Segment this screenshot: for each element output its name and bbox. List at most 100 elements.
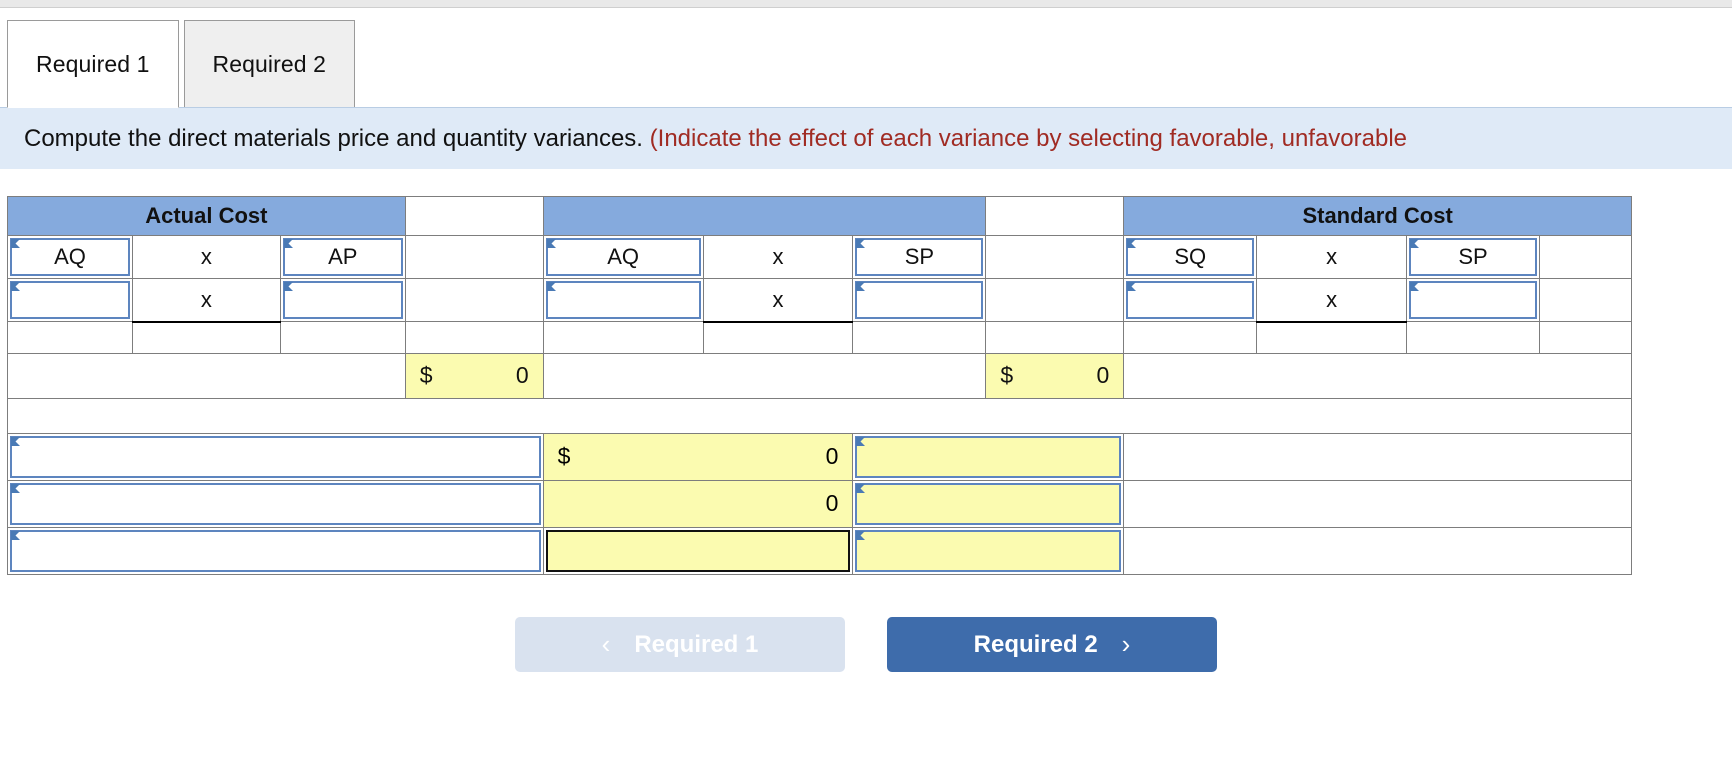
label-row: AQ x AP AQ x SP SQ x SP xyxy=(7,235,1633,279)
prev-required-1-button[interactable]: ‹ Required 1 xyxy=(515,617,845,672)
input-aq-mid[interactable] xyxy=(545,281,701,319)
tab-required-1-label: Required 1 xyxy=(36,50,150,77)
tab-required-2[interactable]: Required 2 xyxy=(183,20,356,108)
cell-input-sp-right[interactable] xyxy=(1406,278,1540,322)
variance-1-label-cell[interactable] xyxy=(7,479,544,528)
corner-marker-icon xyxy=(283,239,293,248)
variance-2-effect-cell[interactable] xyxy=(852,526,1125,575)
totals-row: $ 0 $ 0 xyxy=(7,352,1632,399)
input-aq-left[interactable] xyxy=(10,281,130,319)
variance-2-amount-cell[interactable] xyxy=(542,526,854,575)
cell-input-sp-mid[interactable] xyxy=(852,278,987,322)
cell-total-right: $ 0 xyxy=(985,352,1125,399)
variance-2-tail xyxy=(1123,526,1632,575)
variance-0-effect-select[interactable] xyxy=(855,435,1122,478)
input-sp-mid[interactable] xyxy=(855,281,984,319)
variance-1-amount[interactable]: 0 xyxy=(543,480,853,527)
totals-right-label xyxy=(1123,352,1632,399)
group-header-middle xyxy=(542,196,987,236)
variance-1-effect-cell[interactable] xyxy=(852,479,1125,528)
spacer-label-right xyxy=(985,235,1125,279)
spacer-row-cell xyxy=(7,397,1632,434)
table-row xyxy=(7,526,1632,575)
spacer-entry-right xyxy=(985,278,1125,322)
corner-marker-icon xyxy=(856,239,866,248)
navigation-bar: ‹ Required 1 Required 2 › xyxy=(0,617,1732,672)
spacer-label-left xyxy=(404,235,544,279)
spacer-entry-left xyxy=(404,278,544,322)
corner-marker-icon xyxy=(856,530,866,540)
chevron-left-icon: ‹ xyxy=(601,629,611,659)
corner-marker-icon xyxy=(1410,239,1420,248)
cell-label-x3: x xyxy=(1256,235,1408,279)
label-x1-text: x xyxy=(200,244,212,269)
input-ap[interactable] xyxy=(282,281,403,319)
spacer-col-left xyxy=(404,196,544,236)
corner-marker-icon xyxy=(856,282,866,291)
chevron-right-icon: › xyxy=(1121,629,1131,659)
tab-required-1[interactable]: Required 1 xyxy=(7,20,179,108)
label-aq-left-box: AQ xyxy=(10,238,130,276)
total-standard-cost-value: 0 xyxy=(1096,362,1110,388)
total-actual-cost-symbol: $ xyxy=(419,362,433,388)
variance-0-value: 0 xyxy=(825,443,839,469)
group-header-actual-cost: Actual Cost xyxy=(7,196,406,236)
corner-marker-icon xyxy=(11,436,20,446)
variance-2-label-input[interactable] xyxy=(10,529,541,572)
instruction-text: Compute the direct materials price and q… xyxy=(0,125,1407,153)
cell-op-x2: x xyxy=(702,278,854,322)
rule-spacer-right xyxy=(985,321,1125,354)
corner-marker-icon xyxy=(1127,282,1137,291)
cell-input-ap[interactable] xyxy=(279,278,406,322)
rule-sp-mid xyxy=(852,321,987,354)
variance-2-amount-focused[interactable] xyxy=(545,529,851,572)
cell-label-x2: x xyxy=(702,235,854,279)
input-sq[interactable] xyxy=(1126,281,1255,319)
instruction-bar: Compute the direct materials price and q… xyxy=(0,107,1732,169)
instruction-hint: (Indicate the effect of each variance by… xyxy=(649,124,1408,152)
variance-2-label-cell[interactable] xyxy=(7,526,544,575)
rule-x3 xyxy=(1256,320,1408,354)
label-sp-mid-box: SP xyxy=(855,238,984,276)
corner-marker-icon xyxy=(546,282,556,291)
instruction-main: Compute the direct materials price and q… xyxy=(24,124,643,152)
cell-label-ap: AP xyxy=(279,235,406,279)
cell-label-sp-mid: SP xyxy=(852,235,987,279)
label-aq-mid-box: AQ xyxy=(545,238,701,276)
corner-marker-icon xyxy=(11,282,20,291)
cell-label-sp-right: SP xyxy=(1406,235,1540,279)
variance-0-label-cell[interactable] xyxy=(7,432,544,481)
label-sq-box: SQ xyxy=(1126,238,1255,276)
cell-input-aq-left[interactable] xyxy=(7,278,133,322)
spacer-col-right xyxy=(985,196,1125,236)
variance-1-label-input[interactable] xyxy=(10,482,541,525)
rule-aq-mid xyxy=(542,321,704,354)
variance-2-effect-select[interactable] xyxy=(855,529,1122,572)
corner-marker-icon xyxy=(283,282,293,291)
totals-left-label xyxy=(7,352,406,399)
corner-marker-icon xyxy=(546,239,556,248)
label-aq-mid-text: AQ xyxy=(607,244,639,269)
tail-label xyxy=(1538,235,1633,279)
variance-1-amount-cell[interactable]: 0 xyxy=(542,479,854,528)
next-required-2-button[interactable]: Required 2 › xyxy=(887,617,1217,672)
variance-1-effect-select[interactable] xyxy=(855,482,1122,525)
cell-label-aq-mid: AQ xyxy=(542,235,704,279)
variance-0-amount[interactable]: $ 0 xyxy=(543,433,853,480)
corner-marker-icon xyxy=(856,483,866,493)
cell-input-sq[interactable] xyxy=(1123,278,1258,322)
tab-bar: Required 1 Required 2 xyxy=(7,20,356,108)
label-aq-left-text: AQ xyxy=(54,244,86,269)
variance-0-effect-cell[interactable] xyxy=(852,432,1125,481)
variance-worksheet: Actual Cost Standard Cost AQ x AP AQ x S… xyxy=(7,196,1633,575)
cell-total-left: $ 0 xyxy=(404,352,544,399)
cell-input-aq-mid[interactable] xyxy=(542,278,704,322)
cell-label-aq-left: AQ xyxy=(7,235,133,279)
variance-0-label-input[interactable] xyxy=(10,435,541,478)
label-ap-text: AP xyxy=(328,244,358,269)
corner-marker-icon xyxy=(856,436,866,446)
cell-op-x1: x xyxy=(131,278,281,322)
variance-0-amount-cell[interactable]: $ 0 xyxy=(542,432,854,481)
entry-row: x x x xyxy=(7,278,1633,322)
input-sp-right[interactable] xyxy=(1409,281,1537,319)
